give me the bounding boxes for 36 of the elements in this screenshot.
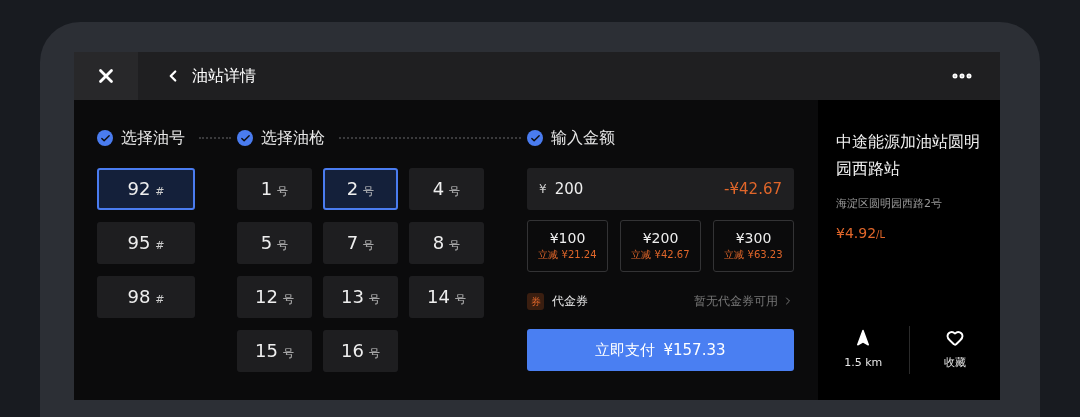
option-button[interactable]: 95 # [97, 222, 195, 264]
preset-amount-button[interactable]: ¥200 立减 ¥42.67 [620, 220, 701, 272]
preset-amount-button[interactable]: ¥300 立减 ¥63.23 [713, 220, 794, 272]
step-title: 选择油号 [121, 127, 185, 149]
station-address: 海淀区圆明园西路2号 [836, 196, 943, 212]
close-button[interactable] [74, 52, 138, 100]
fuel-price: ¥4.92/L [836, 223, 887, 243]
option-button[interactable]: 8 号 [409, 222, 484, 264]
amount-value: 200 [554, 178, 584, 200]
option-button[interactable]: 5 号 [237, 222, 312, 264]
option-button[interactable]: 98 # [97, 276, 195, 318]
favorite-button[interactable]: 收藏 [909, 328, 1000, 372]
preset-amount-button[interactable]: ¥100 立减 ¥21.24 [527, 220, 608, 272]
coupon-status-link[interactable]: 暂无代金券可用 [694, 292, 794, 310]
pay-button[interactable]: 立即支付 ¥157.33 [527, 329, 794, 371]
option-button[interactable]: 13 号 [323, 276, 398, 318]
navigate-button[interactable]: 1.5 km [818, 328, 909, 372]
station-name: 中途能源加油站圆明园西路站 [836, 131, 981, 180]
option-button[interactable]: 14 号 [409, 276, 484, 318]
page-title: 油站详情 [192, 65, 256, 87]
option-button[interactable]: 16 号 [323, 330, 398, 372]
option-button[interactable]: 7 号 [323, 222, 398, 264]
option-button[interactable]: 12 号 [237, 276, 312, 318]
amount-field[interactable]: ¥ 200 -¥42.67 [527, 168, 794, 210]
option-button[interactable]: 4 号 [409, 168, 484, 210]
option-button[interactable]: 92 # [97, 168, 195, 210]
currency-sign: ¥ [539, 181, 547, 198]
step-title: 选择油枪 [261, 127, 325, 149]
option-button[interactable]: 15 号 [237, 330, 312, 372]
heart-icon [945, 328, 964, 347]
discount-text: -¥42.67 [724, 178, 782, 200]
option-button[interactable]: 2 号 [323, 168, 398, 210]
coupon-badge: 券 [527, 292, 544, 310]
coupon-label: 代金券 [552, 293, 588, 310]
option-button[interactable]: 1 号 [237, 168, 312, 210]
step-title: 输入金额 [551, 127, 615, 149]
